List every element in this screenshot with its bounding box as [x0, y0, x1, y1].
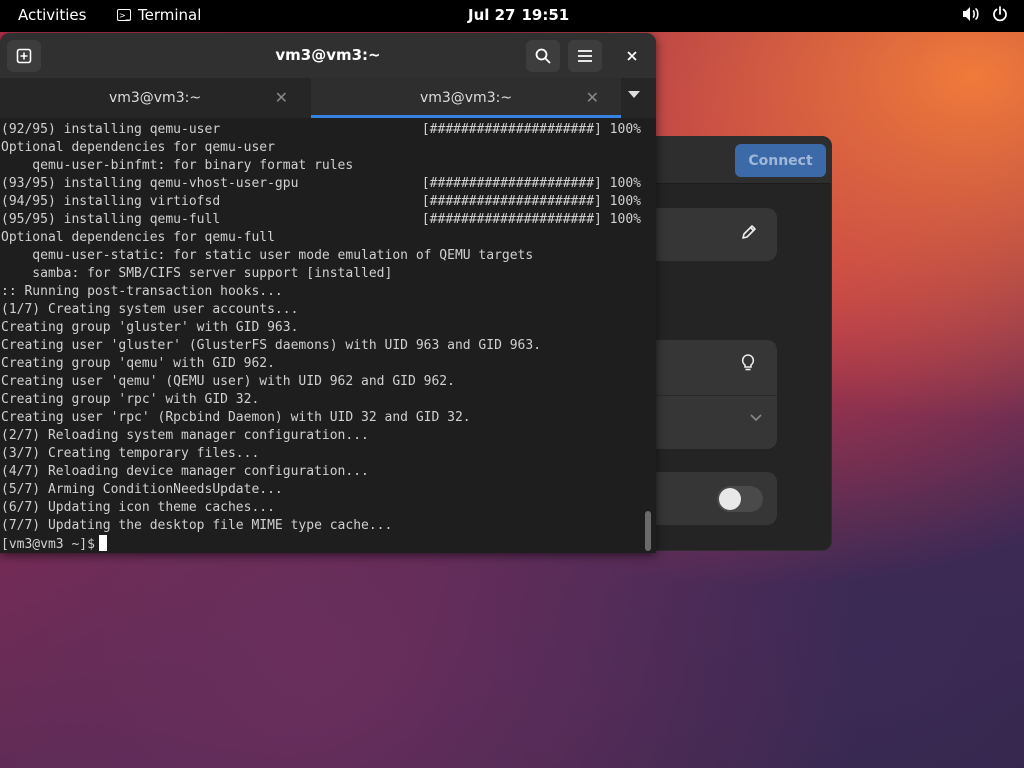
terminal-output[interactable]: (92/95) installing qemu-user [###########…: [1, 121, 643, 551]
app-name: Terminal: [138, 6, 202, 24]
terminal-line-text: Creating user 'qemu' (QEMU user) with UI…: [1, 374, 455, 389]
terminal-line: (5/7) Arming ConditionNeedsUpdate...: [1, 481, 643, 499]
tab-1[interactable]: vm3@vm3:~ ✕: [0, 78, 310, 118]
terminal-header: vm3@vm3:~: [0, 33, 656, 78]
close-icon: [627, 51, 637, 61]
terminal-line: qemu-user-static: for static user mode e…: [1, 247, 643, 265]
terminal-line: (2/7) Reloading system manager configura…: [1, 427, 643, 445]
toggle-switch[interactable]: [717, 486, 763, 512]
progress-bar-text: [#####################] 100%: [421, 212, 641, 227]
prompt-line[interactable]: [vm3@vm3 ~]$: [1, 535, 643, 551]
terminal-line: (95/95) installing qemu-full [###########…: [1, 211, 643, 229]
terminal-line-text: Creating group 'rpc' with GID 32.: [1, 392, 260, 407]
terminal-line: (1/7) Creating system user accounts...: [1, 301, 643, 319]
progress-bar-text: [#####################] 100%: [421, 122, 641, 137]
terminal-line-text: :: Running post-transaction hooks...: [1, 284, 283, 299]
terminal-line-text: Optional dependencies for qemu-full: [1, 230, 275, 245]
close-window-button[interactable]: [615, 40, 649, 72]
chevron-down-icon[interactable]: [749, 412, 763, 422]
terminal-line: (92/95) installing qemu-user [###########…: [1, 121, 643, 139]
tab-2[interactable]: vm3@vm3:~ ✕: [311, 78, 621, 118]
terminal-window: vm3@vm3:~ vm3@vm3:~ ✕ vm3@vm3:~ ✕ (92/95…: [0, 33, 656, 553]
terminal-line: qemu-user-binfmt: for binary format rule…: [1, 157, 643, 175]
terminal-line: Creating user 'qemu' (QEMU user) with UI…: [1, 373, 643, 391]
search-button[interactable]: [526, 40, 560, 72]
terminal-line-text: Creating user 'gluster' (GlusterFS daemo…: [1, 338, 542, 353]
tab-close-icon[interactable]: ✕: [586, 88, 599, 107]
terminal-line: Creating group 'rpc' with GID 32.: [1, 391, 643, 409]
shell-prompt: [vm3@vm3 ~]$: [1, 537, 95, 551]
pencil-icon[interactable]: [741, 224, 757, 240]
lightbulb-icon[interactable]: [741, 354, 755, 372]
app-menu[interactable]: >_ Terminal: [117, 6, 201, 24]
terminal-line: :: Running post-transaction hooks...: [1, 283, 643, 301]
terminal-line: Creating user 'rpc' (Rpcbind Daemon) wit…: [1, 409, 643, 427]
terminal-line-text: Creating user 'rpc' (Rpcbind Daemon) wit…: [1, 410, 471, 425]
terminal-line-text: (2/7) Reloading system manager configura…: [1, 428, 369, 443]
top-bar: Activities >_ Terminal Jul 27 19:51: [0, 0, 1024, 32]
terminal-line-text: (5/7) Arming ConditionNeedsUpdate...: [1, 482, 283, 497]
progress-bar-text: [#####################] 100%: [421, 194, 641, 209]
terminal-line-text: (93/95) installing qemu-vhost-user-gpu: [1, 176, 299, 191]
progress-bar-text: [#####################] 100%: [421, 176, 641, 191]
terminal-line-text: (7/7) Updating the desktop file MIME typ…: [1, 518, 393, 533]
power-icon: [993, 6, 1007, 22]
terminal-app-icon: >_: [117, 9, 131, 21]
terminal-line: Creating group 'qemu' with GID 962.: [1, 355, 643, 373]
terminal-line: samba: for SMB/CIFS server support [inst…: [1, 265, 643, 283]
clock-time: 19:51: [521, 6, 570, 24]
connect-button[interactable]: Connect: [735, 144, 826, 177]
terminal-line-text: Creating group 'gluster' with GID 963.: [1, 320, 299, 335]
tab-label: vm3@vm3:~: [108, 90, 202, 106]
clock[interactable]: Jul 27 19:51: [468, 6, 569, 24]
terminal-line: Optional dependencies for qemu-full: [1, 229, 643, 247]
terminal-line: Creating user 'gluster' (GlusterFS daemo…: [1, 337, 643, 355]
menu-button[interactable]: [568, 40, 602, 72]
terminal-line-text: samba: for SMB/CIFS server support [inst…: [1, 266, 393, 281]
terminal-line-text: (92/95) installing qemu-user: [1, 122, 221, 137]
activities-button[interactable]: Activities: [18, 6, 86, 24]
tab-list-dropdown-icon[interactable]: [628, 91, 640, 98]
terminal-line: Optional dependencies for qemu-user: [1, 139, 643, 157]
terminal-line: (7/7) Updating the desktop file MIME typ…: [1, 517, 643, 535]
terminal-line: (93/95) installing qemu-vhost-user-gpu [#…: [1, 175, 643, 193]
terminal-line-text: qemu-user-binfmt: for binary format rule…: [1, 158, 354, 173]
system-menu[interactable]: [962, 6, 1008, 22]
tab-close-icon[interactable]: ✕: [275, 88, 288, 107]
scrollbar[interactable]: [645, 511, 651, 551]
terminal-line: (94/95) installing virtiofsd [###########…: [1, 193, 643, 211]
terminal-line-text: qemu-user-static: for static user mode e…: [1, 248, 534, 263]
terminal-line-text: (1/7) Creating system user accounts...: [1, 302, 299, 317]
active-tab-indicator: [311, 115, 621, 118]
terminal-line: (6/7) Updating icon theme caches...: [1, 499, 643, 517]
terminal-line-text: Creating group 'qemu' with GID 962.: [1, 356, 275, 371]
terminal-line-text: Optional dependencies for qemu-user: [1, 140, 275, 155]
clock-date: Jul 27: [468, 6, 516, 24]
terminal-line-text: (4/7) Reloading device manager configura…: [1, 464, 369, 479]
terminal-line: (4/7) Reloading device manager configura…: [1, 463, 643, 481]
terminal-line-text: (94/95) installing virtiofsd: [1, 194, 221, 209]
terminal-line-text: (3/7) Creating temporary files...: [1, 446, 260, 461]
search-icon: [535, 48, 551, 64]
terminal-line-text: (6/7) Updating icon theme caches...: [1, 500, 275, 515]
text-cursor: [98, 535, 107, 551]
hamburger-menu-icon: [578, 50, 592, 62]
tab-label: vm3@vm3:~: [419, 90, 513, 106]
terminal-line: (3/7) Creating temporary files...: [1, 445, 643, 463]
terminal-line: Creating group 'gluster' with GID 963.: [1, 319, 643, 337]
terminal-line-text: (95/95) installing qemu-full: [1, 212, 221, 227]
volume-icon: [963, 7, 979, 21]
toggle-knob: [719, 488, 741, 510]
tab-bar: vm3@vm3:~ ✕ vm3@vm3:~ ✕: [0, 78, 656, 118]
